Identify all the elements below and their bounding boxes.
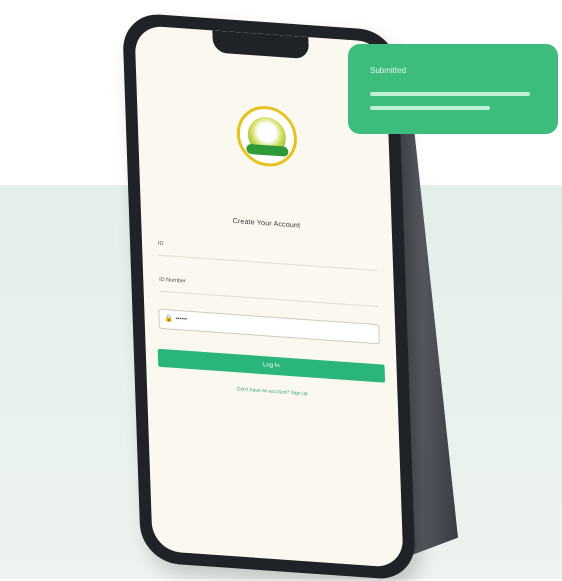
password-value: •••••• (175, 315, 188, 323)
toast-text-line (370, 106, 490, 110)
signup-link[interactable]: Don't have an account? Sign up (147, 380, 398, 404)
field-label-id: ID (157, 240, 164, 248)
lock-icon: 🔒 (164, 315, 174, 323)
id-input[interactable] (158, 254, 378, 272)
login-button[interactable]: Log In (157, 348, 386, 383)
field-label-id-number: ID Number (159, 276, 186, 285)
toast-text-line (370, 92, 530, 96)
notification-toast: Submitted (348, 44, 558, 134)
password-input[interactable]: 🔒 •••••• (158, 308, 380, 345)
form-title: Create Your Account (232, 217, 301, 230)
toast-title: Submitted (370, 66, 407, 75)
id-number-input[interactable] (159, 290, 379, 308)
phone-notch (211, 30, 309, 60)
logo-band (245, 143, 289, 157)
app-logo-icon (235, 104, 298, 169)
